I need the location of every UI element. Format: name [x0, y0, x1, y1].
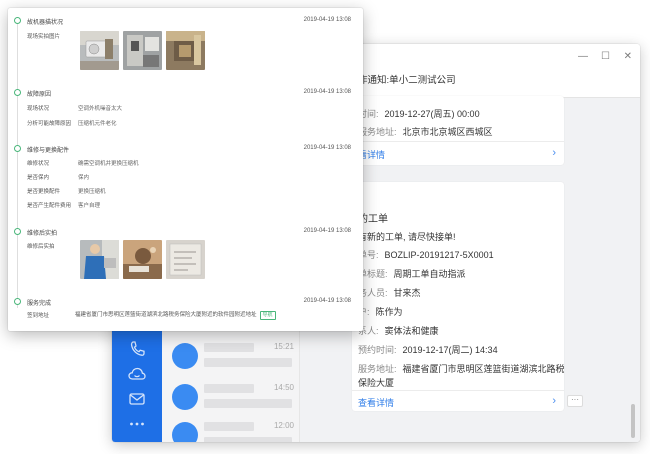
conversation-time: 14:50: [273, 383, 294, 392]
row-label: 签到地址: [27, 313, 50, 319]
chevron-right-icon[interactable]: ›: [552, 148, 556, 159]
conversation-time: 12:00: [273, 421, 294, 430]
cloud-icon[interactable]: [127, 365, 147, 383]
row-label: 现场实拍图片: [27, 34, 61, 40]
section-time: 2019-04-19 13:08: [303, 89, 351, 95]
mail-icon[interactable]: [127, 390, 147, 408]
appointment-time-value: 2019-12-17(周二) 14:34: [402, 345, 498, 355]
timeline-dot: [14, 145, 21, 152]
conversation-preview-placeholder: [204, 437, 292, 442]
row-label: 现场状况: [27, 106, 50, 112]
work-order-card: 的工单 有新的工单, 请尽快接单! 单号: BOZLIP-20191217-5X0…: [352, 182, 564, 411]
conversation-time: 15:21: [273, 342, 294, 351]
card-divider: [352, 390, 564, 391]
service-address-value-line2: 保险大厦: [358, 378, 395, 388]
sign-address: 福建省厦门市思明区莲篮街道湖滨北路税务保险大厦附近的软件园附近地址: [75, 312, 257, 318]
order-title-value: 周期工单自动指派: [393, 269, 466, 279]
avatar: [172, 422, 198, 442]
conversation-preview-placeholder: [204, 399, 292, 408]
scrollbar[interactable]: [631, 404, 635, 438]
row-label: 是否产生配件费用: [27, 203, 72, 209]
view-details-link[interactable]: 查看详情: [358, 396, 394, 409]
timeline-dot: [14, 298, 21, 305]
repair-photo[interactable]: [166, 240, 205, 279]
section-title: 故障原因: [27, 92, 52, 98]
avatar: [172, 384, 198, 410]
minimize-button[interactable]: —: [578, 51, 588, 63]
row-label: 维修后实拍: [27, 244, 55, 250]
conversation-item[interactable]: 15:21: [162, 336, 300, 380]
site-photo[interactable]: [80, 31, 119, 70]
work-order-card-top: 时间: 2019-12-27(周五) 00:00 服务地址: 北京市北京城区西城区 …: [352, 96, 564, 165]
work-order-timeline-panel: 故机器描状况 2019-04-19 13:08 现场实拍图片 故障原因 2019…: [8, 8, 363, 331]
row-value: 确需空调机并更换压缩机: [78, 161, 139, 167]
section-time: 2019-04-19 13:08: [303, 17, 351, 23]
row-label: 维修状况: [27, 161, 50, 167]
timeline-dot: [14, 17, 21, 24]
card-address-label: 服务地址:: [358, 127, 397, 137]
row-value: 压缩机元件老化: [78, 121, 117, 127]
repair-photo[interactable]: [123, 240, 162, 279]
phone-icon[interactable]: [127, 340, 147, 358]
conversation-name-placeholder: [204, 343, 254, 352]
staff-value: 甘来杰: [393, 288, 421, 298]
more-options-button[interactable]: ···: [567, 395, 583, 407]
timeline-dot: [14, 228, 21, 235]
row-value: 客户自理: [78, 203, 101, 209]
row-value: 更换压缩机: [78, 189, 106, 195]
row-value: 空调外机噪音太大: [78, 106, 123, 112]
repair-photo[interactable]: [80, 240, 119, 279]
timeline-line: [17, 22, 18, 308]
section-time: 2019-04-19 13:08: [303, 228, 351, 234]
card-address-value: 北京市北京城区西城区: [402, 127, 493, 137]
sign-address-row: 福建省厦门市思明区莲篮街道湖滨北路税务保险大厦附近的软件园附近地址 导航: [75, 310, 276, 320]
card-time-value: 2019-12-27(周五) 00:00: [384, 109, 480, 119]
row-label: 是否保内: [27, 175, 50, 181]
section-title: 故机器描状况: [27, 20, 64, 26]
row-label: 是否更换配件: [27, 189, 61, 195]
more-apps-icon[interactable]: [127, 415, 147, 433]
service-address-value: 福建省厦门市思明区莲篮街道湖滨北路税务: [402, 364, 564, 374]
section-title: 维修后实拍: [27, 231, 58, 237]
chat-title: 作通知:单小二测试公司: [358, 75, 456, 86]
site-photo[interactable]: [166, 31, 205, 70]
row-label: 分析可能故障原因: [27, 121, 72, 127]
customer-value: 陈作为: [375, 307, 403, 317]
contact-value: 窦体法和健康: [384, 326, 439, 336]
maximize-button[interactable]: ☐: [601, 51, 610, 63]
section-time: 2019-04-19 13:08: [303, 145, 351, 151]
order-no-value: BOZLIP-20191217-5X0001: [384, 250, 494, 260]
card-notice: 有新的工单, 请尽快接单!: [358, 232, 456, 242]
chevron-right-icon[interactable]: ›: [552, 396, 556, 407]
service-address-label: 服务地址:: [358, 364, 397, 374]
navigate-button[interactable]: 导航: [259, 311, 276, 320]
section-time: 2019-04-19 13:08: [303, 298, 351, 304]
timeline-dot: [14, 89, 21, 96]
conversation-item[interactable]: 12:00: [162, 415, 300, 442]
avatar: [172, 343, 198, 369]
close-button[interactable]: ✕: [624, 51, 632, 63]
row-value: 保内: [78, 175, 90, 181]
conversation-name-placeholder: [204, 422, 254, 431]
section-title: 服务完成: [27, 301, 52, 307]
appointment-time-label: 预约时间:: [358, 345, 397, 355]
site-photo[interactable]: [123, 31, 162, 70]
section-title: 维修与更换配件: [27, 148, 70, 154]
conversation-name-placeholder: [204, 384, 254, 393]
conversation-preview-placeholder: [204, 358, 292, 367]
card-divider: [352, 141, 564, 142]
